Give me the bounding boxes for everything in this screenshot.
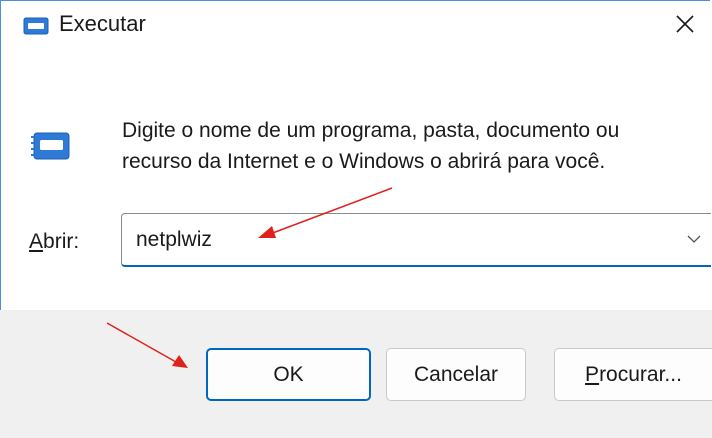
title-bar[interactable]: Executar bbox=[1, 1, 711, 47]
close-icon bbox=[676, 15, 694, 33]
description-text: Digite o nome de um programa, pasta, doc… bbox=[122, 115, 702, 177]
ok-button-label: OK bbox=[273, 362, 304, 386]
close-button[interactable] bbox=[659, 1, 711, 47]
ok-button[interactable]: OK bbox=[206, 348, 371, 401]
browse-rest: rocurar... bbox=[599, 362, 682, 386]
open-field-value[interactable]: netplwiz bbox=[136, 228, 212, 252]
run-dialog-icon bbox=[31, 132, 70, 160]
browse-button-label: Procurar... bbox=[585, 363, 682, 387]
open-field[interactable]: netplwiz bbox=[121, 213, 711, 267]
run-dialog-icon bbox=[23, 17, 49, 35]
chevron-down-icon[interactable] bbox=[687, 234, 701, 244]
cancel-button[interactable]: Cancelar bbox=[386, 348, 526, 401]
browse-button[interactable]: Procurar... bbox=[554, 348, 712, 401]
description-line: recurso da Internet e o Windows o abrirá… bbox=[122, 150, 606, 173]
description-line: Digite o nome de um programa, pasta, doc… bbox=[122, 119, 620, 142]
open-label-accel: A bbox=[29, 230, 44, 253]
open-label-rest: brir: bbox=[43, 230, 80, 253]
window-title: Executar bbox=[59, 11, 146, 36]
browse-accel: P bbox=[585, 362, 600, 386]
open-label: Abrir: bbox=[29, 230, 79, 254]
cancel-button-label: Cancelar bbox=[413, 362, 499, 386]
